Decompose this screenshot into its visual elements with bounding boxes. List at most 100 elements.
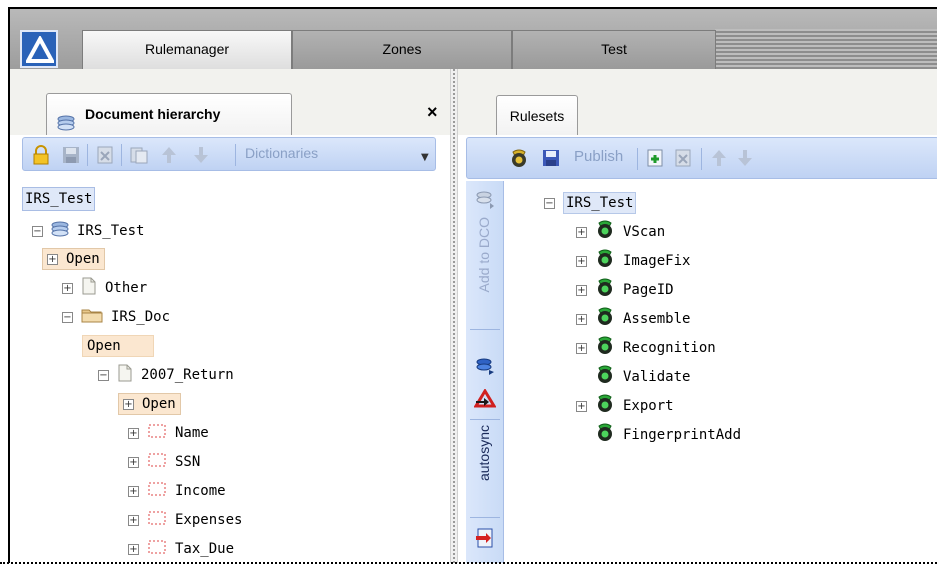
move-down-icon[interactable] bbox=[737, 148, 753, 172]
ruleset-icon bbox=[595, 393, 615, 419]
collapse-icon[interactable]: − bbox=[98, 369, 109, 381]
tree-node-label: Expenses bbox=[175, 512, 243, 528]
tree-node-open[interactable]: Open bbox=[82, 333, 154, 359]
ruleset-pageid[interactable]: + PageID bbox=[576, 277, 674, 303]
delete-icon[interactable] bbox=[673, 148, 693, 172]
save-icon[interactable] bbox=[541, 148, 561, 172]
ruleset-assemble[interactable]: + Assemble bbox=[576, 306, 690, 332]
tab-zones[interactable]: Zones bbox=[292, 30, 512, 69]
tree-node-name[interactable]: + Name bbox=[128, 420, 209, 446]
tree-node-label: Validate bbox=[623, 369, 691, 385]
save-icon[interactable] bbox=[61, 145, 81, 169]
expand-icon[interactable]: + bbox=[576, 284, 587, 296]
tree-node-label: SSN bbox=[175, 454, 201, 470]
field-icon bbox=[147, 423, 167, 443]
expand-icon[interactable]: + bbox=[47, 253, 58, 265]
stack-icon bbox=[51, 221, 69, 241]
expand-icon[interactable]: + bbox=[123, 398, 134, 410]
ruleset-icon bbox=[595, 219, 615, 245]
tab-bar-filler bbox=[715, 29, 937, 69]
tree-node-open[interactable]: + Open bbox=[42, 246, 105, 272]
add-to-dco-button[interactable]: Add to DCO bbox=[476, 217, 492, 292]
publish-button[interactable]: Publish bbox=[574, 148, 623, 165]
tab-rulesets[interactable]: Rulesets bbox=[496, 95, 578, 135]
tree-node-label: FingerprintAdd bbox=[623, 427, 742, 443]
dictionaries-button[interactable]: Dictionaries bbox=[245, 145, 318, 161]
tree-node-income[interactable]: + Income bbox=[128, 478, 226, 504]
toolbar-overflow-icon[interactable]: ▼ bbox=[421, 152, 429, 163]
tree-node-label: IRS_Test bbox=[563, 192, 637, 214]
ruleset-icon[interactable] bbox=[509, 148, 529, 174]
copy-icon[interactable] bbox=[129, 145, 149, 169]
collapse-icon[interactable]: − bbox=[544, 197, 555, 209]
tree-node-label: Other bbox=[105, 280, 148, 296]
expand-icon[interactable]: + bbox=[128, 427, 139, 439]
publish-to-server-icon[interactable] bbox=[473, 388, 497, 413]
tree-node-irs-test[interactable]: − IRS_Test bbox=[32, 218, 144, 244]
expand-icon[interactable]: + bbox=[576, 255, 587, 267]
tree-node-label: Open bbox=[82, 335, 154, 357]
autosync-toggle[interactable]: autosync bbox=[476, 425, 492, 481]
expand-icon[interactable]: + bbox=[576, 313, 587, 325]
ruleset-fingerprintadd[interactable]: FingerprintAdd bbox=[595, 422, 741, 448]
ruleset-export[interactable]: + Export bbox=[576, 393, 674, 419]
field-icon bbox=[147, 539, 167, 559]
import-icon[interactable] bbox=[475, 527, 495, 553]
expand-icon[interactable]: + bbox=[576, 226, 587, 238]
expand-icon[interactable]: + bbox=[62, 282, 73, 294]
lock-icon[interactable] bbox=[31, 145, 51, 169]
tree-node-tax-due[interactable]: + Tax_Due bbox=[128, 536, 234, 562]
tree-node-irs-doc[interactable]: − IRS_Doc bbox=[62, 304, 170, 330]
application-window: Rulemanager Zones Test Document hierarch… bbox=[8, 7, 937, 563]
tree-node-label: Open bbox=[142, 396, 176, 412]
side-action-strip: Add to DCO autosync bbox=[466, 181, 504, 563]
add-icon[interactable] bbox=[645, 148, 665, 172]
expand-icon[interactable]: + bbox=[576, 400, 587, 412]
sync-icon[interactable] bbox=[475, 355, 495, 379]
expand-icon[interactable]: + bbox=[128, 543, 139, 555]
tab-rulemanager[interactable]: Rulemanager bbox=[82, 30, 292, 69]
collapse-icon[interactable]: − bbox=[32, 225, 43, 237]
ruleset-icon bbox=[595, 277, 615, 303]
document-hierarchy-panel: Document hierarchy × Dictionaries ▼ IRS_… bbox=[10, 69, 450, 563]
expand-icon[interactable]: + bbox=[576, 342, 587, 354]
tree-node-ssn[interactable]: + SSN bbox=[128, 449, 200, 475]
tree-node-label: VScan bbox=[623, 224, 666, 240]
ruleset-root-irs-test[interactable]: − IRS_Test bbox=[544, 190, 637, 216]
expand-icon[interactable]: + bbox=[128, 485, 139, 497]
expand-icon[interactable]: + bbox=[128, 456, 139, 468]
delete-icon[interactable] bbox=[95, 145, 115, 169]
tree-node-label: 2007_Return bbox=[141, 367, 234, 383]
main-tab-bar: Rulemanager Zones Test bbox=[10, 9, 937, 69]
move-down-icon[interactable] bbox=[193, 145, 209, 169]
page-icon bbox=[81, 277, 97, 299]
app-logo-icon[interactable] bbox=[20, 30, 58, 68]
ruleset-vscan[interactable]: + VScan bbox=[576, 219, 665, 245]
selected-context-label[interactable]: IRS_Test bbox=[22, 187, 96, 211]
ruleset-icon bbox=[595, 306, 615, 332]
close-icon[interactable]: × bbox=[427, 102, 438, 123]
ruleset-recognition[interactable]: + Recognition bbox=[576, 335, 716, 361]
move-up-icon[interactable] bbox=[711, 148, 727, 172]
tree-node-label: Recognition bbox=[623, 340, 716, 356]
page-icon bbox=[117, 364, 133, 386]
tab-test[interactable]: Test bbox=[512, 30, 716, 69]
tree-node-expenses[interactable]: + Expenses bbox=[128, 507, 242, 533]
folder-icon bbox=[81, 307, 103, 327]
panel-splitter[interactable] bbox=[450, 69, 458, 563]
tree-node-2007-return[interactable]: − 2007_Return bbox=[98, 362, 234, 388]
ruleset-imagefix[interactable]: + ImageFix bbox=[576, 248, 690, 274]
field-icon bbox=[147, 481, 167, 501]
tree-node-open[interactable]: + Open bbox=[118, 391, 181, 417]
tree-node-label: PageID bbox=[623, 282, 674, 298]
right-toolbar: Publish bbox=[466, 137, 937, 179]
field-icon bbox=[147, 510, 167, 530]
tree-node-other[interactable]: + Other bbox=[62, 275, 147, 301]
tab-document-hierarchy[interactable]: Document hierarchy bbox=[46, 93, 292, 135]
ruleset-icon bbox=[595, 248, 615, 274]
expand-icon[interactable]: + bbox=[128, 514, 139, 526]
move-up-icon[interactable] bbox=[161, 145, 177, 169]
ruleset-validate[interactable]: Validate bbox=[595, 364, 690, 390]
collapse-icon[interactable]: − bbox=[62, 311, 73, 323]
add-to-dco-icon[interactable] bbox=[475, 189, 495, 213]
